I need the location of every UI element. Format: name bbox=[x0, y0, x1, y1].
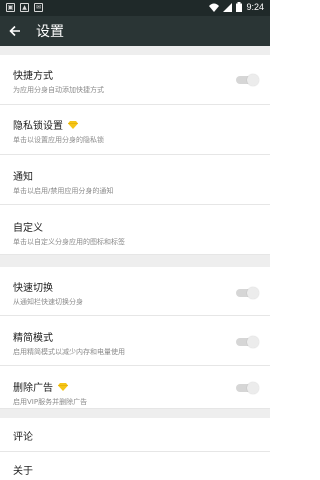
setting-title: 精简模式 bbox=[13, 333, 53, 344]
setting-description: 为应用分身自动添加快捷方式 bbox=[13, 86, 104, 94]
toggle-knob bbox=[247, 382, 259, 394]
setting-remove-ads[interactable]: 删除广告 启用VIP服务并删除广告 bbox=[0, 366, 270, 409]
setting-title: 删除广告 bbox=[13, 383, 53, 394]
section-divider bbox=[0, 46, 270, 55]
toolbar: 设置 bbox=[0, 16, 270, 46]
signal-icon bbox=[223, 2, 233, 12]
toggle-knob bbox=[247, 74, 259, 86]
section-divider bbox=[0, 255, 270, 267]
setting-title: 隐私锁设置 bbox=[13, 121, 63, 132]
section-divider bbox=[0, 409, 270, 418]
vip-diamond-icon bbox=[68, 120, 78, 129]
toggle-knob bbox=[247, 336, 259, 348]
quick-switch-toggle[interactable] bbox=[236, 287, 259, 299]
arrow-back-icon bbox=[9, 25, 20, 37]
setting-review[interactable]: 评论 bbox=[0, 418, 270, 452]
wifi-icon bbox=[209, 3, 220, 12]
setting-privacy-lock[interactable]: 隐私锁设置 单击以设置应用分身的隐私锁 bbox=[0, 105, 270, 155]
notification-icon: ✉ bbox=[34, 3, 43, 12]
setting-description: 启用VIP服务并删除广告 bbox=[13, 398, 88, 406]
status-bar: ▣ ▲ ✉ 9:24 bbox=[0, 0, 270, 16]
back-button[interactable] bbox=[0, 16, 30, 46]
clock: 9:24 bbox=[246, 2, 264, 12]
setting-quick-switch[interactable]: 快速切换 从通知栏快速切换分身 bbox=[0, 267, 270, 316]
toggle-knob bbox=[247, 287, 259, 299]
notification-icon: ▣ bbox=[6, 3, 15, 12]
setting-title-row: 隐私锁设置 bbox=[13, 117, 78, 132]
setting-title: 评论 bbox=[13, 432, 33, 443]
setting-lite-mode[interactable]: 精简模式 启用精简模式以减少内存和电量使用 bbox=[0, 316, 270, 366]
vip-diamond-icon bbox=[58, 382, 68, 391]
page-title: 设置 bbox=[36, 24, 64, 40]
setting-description: 单击以设置应用分身的隐私锁 bbox=[13, 136, 104, 144]
setting-description: 启用精简模式以减少内存和电量使用 bbox=[13, 348, 125, 356]
remove-ads-toggle[interactable] bbox=[236, 382, 259, 394]
battery-icon bbox=[236, 2, 243, 12]
setting-title: 快捷方式 bbox=[13, 71, 53, 82]
setting-about[interactable]: 关于 bbox=[0, 452, 270, 480]
shortcut-toggle[interactable] bbox=[236, 74, 259, 86]
setting-description: 从通知栏快速切换分身 bbox=[13, 298, 83, 306]
setting-title: 通知 bbox=[13, 172, 33, 183]
setting-notification[interactable]: 通知 单击以启用/禁用应用分身的通知 bbox=[0, 155, 270, 205]
lite-mode-toggle[interactable] bbox=[236, 336, 259, 348]
setting-title: 自定义 bbox=[13, 223, 43, 234]
setting-description: 单击以启用/禁用应用分身的通知 bbox=[13, 187, 114, 195]
setting-shortcut[interactable]: 快捷方式 为应用分身自动添加快捷方式 bbox=[0, 55, 270, 105]
setting-title: 关于 bbox=[13, 466, 33, 477]
notification-icon: ▲ bbox=[20, 3, 29, 12]
setting-title-row: 删除广告 bbox=[13, 379, 68, 394]
setting-title: 快速切换 bbox=[13, 283, 53, 294]
setting-customize[interactable]: 自定义 单击以自定义分身应用的图标和标签 bbox=[0, 205, 270, 255]
setting-description: 单击以自定义分身应用的图标和标签 bbox=[13, 238, 125, 246]
